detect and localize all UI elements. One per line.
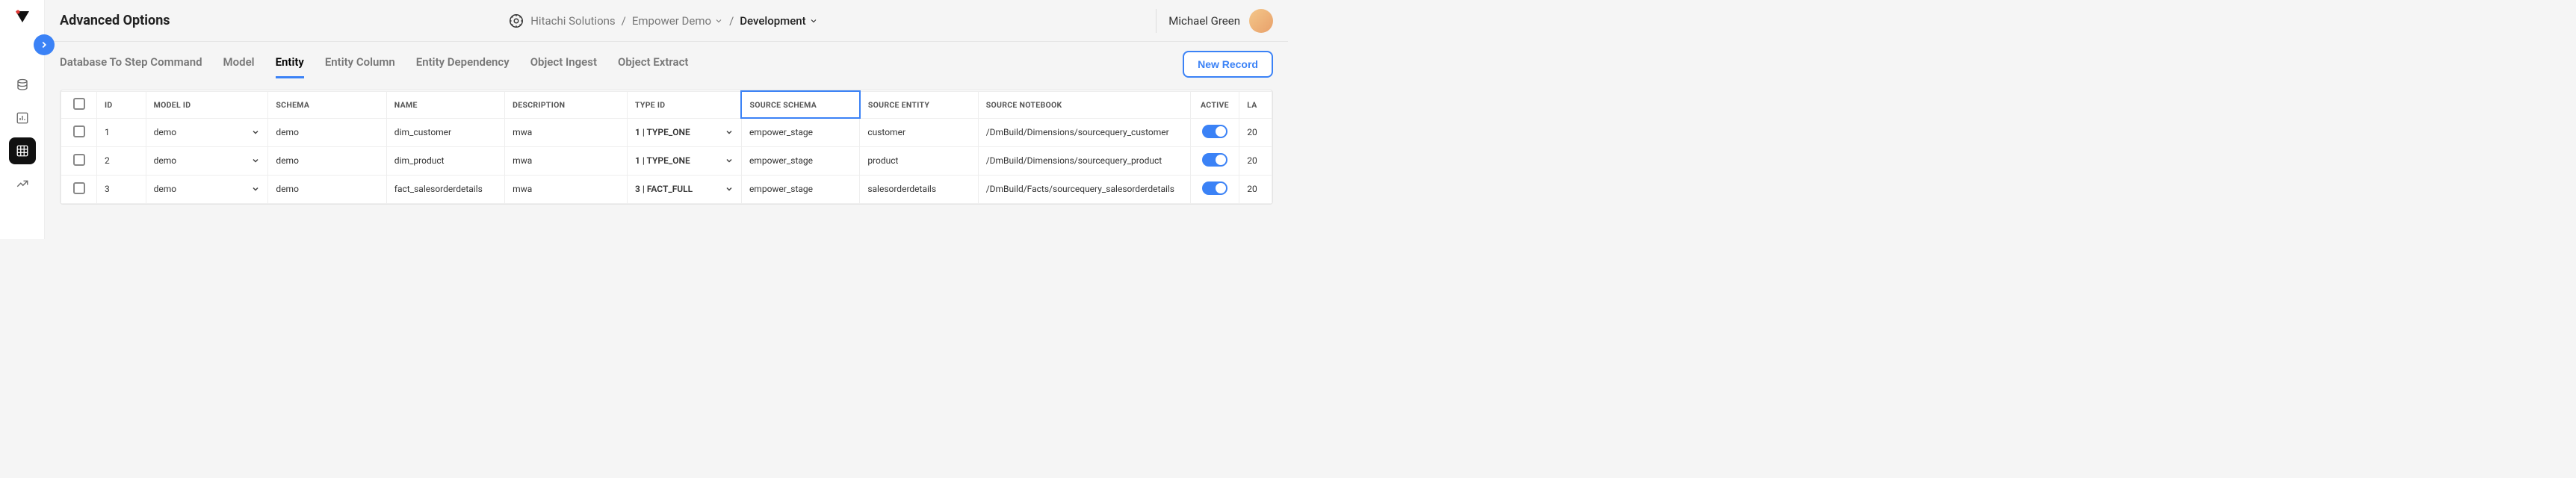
cell-name[interactable]: dim_product — [386, 146, 504, 175]
chevron-down-icon — [725, 128, 734, 137]
tabs: Database To Step Command Model Entity En… — [45, 42, 1288, 82]
cell-type-id[interactable]: 1 | TYPE_ONE — [628, 118, 742, 146]
cell-name[interactable]: fact_salesorderdetails — [386, 175, 504, 203]
cell-active[interactable] — [1190, 175, 1239, 203]
breadcrumb-project[interactable]: Empower Demo — [632, 14, 723, 28]
table-header-row: ID MODEL ID SCHEMA NAME DESCRIPTION TYPE… — [61, 91, 1272, 118]
sidebar-collapse-button[interactable] — [34, 34, 55, 55]
cell-model-id[interactable]: demo — [146, 146, 268, 175]
chevron-down-icon — [809, 16, 818, 25]
row-checkbox[interactable] — [73, 125, 85, 137]
avatar — [1249, 9, 1273, 33]
breadcrumb-env-label: Development — [740, 14, 805, 28]
sidebar — [0, 0, 45, 239]
column-checkbox[interactable] — [61, 91, 97, 118]
column-active[interactable]: ACTIVE — [1190, 91, 1239, 118]
user-menu[interactable]: Michael Green — [1156, 9, 1273, 33]
topbar: Advanced Options Hitachi Solutions / Emp… — [45, 0, 1288, 42]
breadcrumb-org[interactable]: Hitachi Solutions — [530, 14, 615, 28]
chevron-down-icon — [251, 128, 260, 137]
chevron-down-icon — [725, 156, 734, 165]
cell-model-id[interactable]: demo — [146, 175, 268, 203]
cell-source-entity[interactable]: salesorderdetails — [860, 175, 978, 203]
user-name: Michael Green — [1168, 14, 1240, 28]
checkbox-all[interactable] — [73, 98, 85, 110]
cell-id[interactable]: 1 — [97, 118, 146, 146]
cell-source-schema[interactable]: empower_stage — [741, 175, 859, 203]
column-model-id[interactable]: MODEL ID — [146, 91, 268, 118]
cell-active[interactable] — [1190, 146, 1239, 175]
cell-active[interactable] — [1190, 118, 1239, 146]
cell-type-id[interactable]: 3 | FACT_FULL — [628, 175, 742, 203]
tab-entity[interactable]: Entity — [276, 55, 304, 78]
tab-object-ingest[interactable]: Object Ingest — [530, 55, 597, 78]
breadcrumb: Hitachi Solutions / Empower Demo / Devel… — [185, 13, 1142, 29]
cell-source-notebook[interactable]: /DmBuild/Facts/sourcequery_salesorderdet… — [978, 175, 1190, 203]
column-schema[interactable]: SCHEMA — [268, 91, 386, 118]
active-toggle[interactable] — [1202, 125, 1227, 138]
column-description[interactable]: DESCRIPTION — [505, 91, 628, 118]
cell-model-id[interactable]: demo — [146, 118, 268, 146]
table-row[interactable]: 3demodemofact_salesorderdetailsmwa3 | FA… — [61, 175, 1272, 203]
page-title: Advanced Options — [60, 13, 170, 28]
chevron-down-icon — [714, 16, 723, 25]
tab-entity-column[interactable]: Entity Column — [325, 55, 395, 78]
cell-last[interactable]: 20 — [1239, 175, 1272, 203]
tab-database-to-step-command[interactable]: Database To Step Command — [60, 55, 202, 78]
breadcrumb-org-label: Hitachi Solutions — [530, 14, 615, 28]
cell-schema[interactable]: demo — [268, 146, 386, 175]
column-name[interactable]: NAME — [386, 91, 504, 118]
column-last[interactable]: LA — [1239, 91, 1272, 118]
cell-source-entity[interactable]: customer — [860, 118, 978, 146]
column-source-notebook[interactable]: SOURCE NOTEBOOK — [978, 91, 1190, 118]
column-type-id[interactable]: TYPE ID — [628, 91, 742, 118]
chevron-down-icon — [725, 184, 734, 193]
cell-type-id[interactable]: 1 | TYPE_ONE — [628, 146, 742, 175]
cell-source-entity[interactable]: product — [860, 146, 978, 175]
column-source-schema[interactable]: SOURCE SCHEMA — [741, 91, 859, 118]
data-table: ID MODEL ID SCHEMA NAME DESCRIPTION TYPE… — [60, 90, 1273, 205]
column-source-entity[interactable]: SOURCE ENTITY — [860, 91, 978, 118]
tab-model[interactable]: Model — [223, 55, 255, 78]
active-toggle[interactable] — [1202, 181, 1227, 195]
cell-source-schema[interactable]: empower_stage — [741, 118, 859, 146]
chevron-down-icon — [251, 184, 260, 193]
cell-description[interactable]: mwa — [505, 175, 628, 203]
new-record-button[interactable]: New Record — [1183, 51, 1273, 78]
tab-object-extract[interactable]: Object Extract — [618, 55, 688, 78]
row-checkbox[interactable] — [73, 182, 85, 194]
cell-source-notebook[interactable]: /DmBuild/Dimensions/sourcequery_product — [978, 146, 1190, 175]
nav-database-icon[interactable] — [9, 72, 36, 99]
row-checkbox[interactable] — [73, 154, 85, 166]
chevron-down-icon — [251, 156, 260, 165]
breadcrumb-env[interactable]: Development — [740, 14, 817, 28]
active-toggle[interactable] — [1202, 153, 1227, 167]
nav-chart-icon[interactable] — [9, 105, 36, 131]
app-logo — [13, 9, 31, 27]
cell-last[interactable]: 20 — [1239, 146, 1272, 175]
cell-schema[interactable]: demo — [268, 175, 386, 203]
cell-description[interactable]: mwa — [505, 118, 628, 146]
cell-last[interactable]: 20 — [1239, 118, 1272, 146]
nav-table-icon[interactable] — [9, 137, 36, 164]
table-row[interactable]: 1demodemodim_customermwa1 | TYPE_ONEempo… — [61, 118, 1272, 146]
breadcrumb-project-label: Empower Demo — [632, 14, 711, 28]
cell-source-notebook[interactable]: /DmBuild/Dimensions/sourcequery_customer — [978, 118, 1190, 146]
cell-description[interactable]: mwa — [505, 146, 628, 175]
nav-trend-icon[interactable] — [9, 170, 36, 197]
column-id[interactable]: ID — [97, 91, 146, 118]
cell-id[interactable]: 3 — [97, 175, 146, 203]
cell-name[interactable]: dim_customer — [386, 118, 504, 146]
cell-schema[interactable]: demo — [268, 118, 386, 146]
gear-icon — [508, 13, 524, 29]
tab-entity-dependency[interactable]: Entity Dependency — [416, 55, 510, 78]
cell-id[interactable]: 2 — [97, 146, 146, 175]
table-row[interactable]: 2demodemodim_productmwa1 | TYPE_ONEempow… — [61, 146, 1272, 175]
cell-source-schema[interactable]: empower_stage — [741, 146, 859, 175]
